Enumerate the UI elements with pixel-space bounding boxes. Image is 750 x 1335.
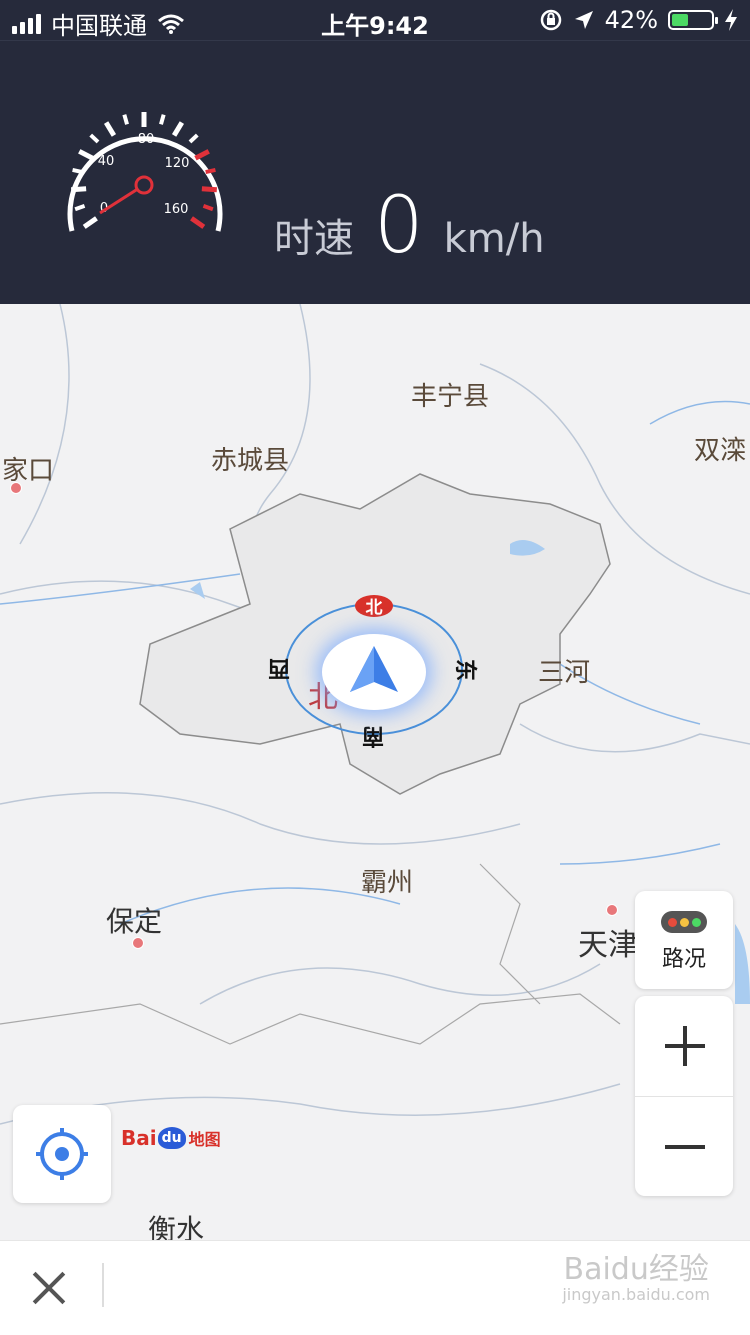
place-hengshui[interactable]: 衡水 (148, 1208, 204, 1240)
compass-west: 西 (268, 655, 291, 680)
map-view[interactable]: 丰宁县 赤城县 家口 双滦 北 三河 霸州 保定 天津 衡水 北 西 东 南 路… (0, 304, 750, 1240)
status-right: 42% (539, 6, 738, 34)
place-tianjin[interactable]: 天津 (578, 920, 638, 964)
divider (102, 1263, 104, 1307)
place-zhangjiakou[interactable]: 家口 (2, 450, 54, 487)
location-arrow-icon (574, 11, 593, 29)
logo-map: 地图 (188, 1130, 221, 1149)
battery-icon (668, 10, 718, 30)
place-sanhe[interactable]: 三河 (538, 652, 590, 689)
gauge-tick (122, 114, 129, 125)
gauge-tick (190, 216, 206, 229)
compass-east: 东 (452, 658, 478, 682)
charging-icon (725, 9, 737, 31)
gauge-tick (159, 114, 166, 125)
city-dot-tianjin (606, 904, 618, 916)
place-chicheng[interactable]: 赤城县 (211, 440, 289, 477)
logo-du: du (157, 1127, 186, 1149)
gauge-tick (78, 149, 94, 161)
city-dot-zhangjiakou (10, 482, 22, 494)
close-icon[interactable] (26, 1265, 72, 1311)
zoom-controls (635, 996, 733, 1196)
gauge-tick (72, 168, 83, 174)
compass-north: 北 (366, 598, 383, 618)
gauge-tick (171, 121, 185, 137)
zoom-out-icon[interactable] (635, 1096, 733, 1196)
gauge-tick (201, 186, 218, 193)
gauge-label-120: 120 (165, 156, 190, 171)
gauge-label-160: 160 (164, 202, 189, 217)
place-fengning[interactable]: 丰宁县 (411, 376, 489, 413)
gauge-tick (194, 149, 210, 161)
speed-unit: km/h (443, 216, 545, 262)
bottom-bar: Baidu经验 jingyan.baidu.com (0, 1240, 750, 1335)
watermark: Baidu经验 jingyan.baidu.com (562, 1253, 710, 1304)
gauge-tick (70, 186, 87, 193)
navigation-arrow-icon (350, 646, 398, 692)
traffic-light-icon (661, 911, 707, 933)
gauge-tick (205, 168, 216, 174)
speed-label: 时速 (274, 216, 354, 262)
speed-readout: 时速 0 km/h (274, 181, 545, 271)
baidu-map-logo: Bai du 地图 (121, 1126, 221, 1150)
status-bar: 中国联通 上午9:42 42% (0, 0, 750, 40)
place-bazhou[interactable]: 霸州 (361, 862, 413, 899)
gauge-tick (103, 121, 117, 137)
place-shuangluan[interactable]: 双滦 (694, 430, 746, 467)
gauge-tick (188, 133, 199, 144)
navigation-arrow-button[interactable] (322, 634, 426, 710)
watermark-sub: jingyan.baidu.com (562, 1285, 710, 1304)
speed-panel: 0 40 80 120 160 时速 0 km/h (0, 40, 750, 304)
place-baoding[interactable]: 保定 (106, 900, 162, 940)
gauge-tick (74, 204, 86, 212)
compass-south: 南 (362, 723, 385, 748)
locate-button[interactable] (13, 1105, 111, 1203)
speedometer-gauge: 0 40 80 120 160 (67, 112, 223, 232)
battery-percent: 42% (604, 6, 658, 34)
traffic-label: 路况 (661, 947, 706, 972)
gauge-tick (202, 204, 214, 212)
gauge-label-40: 40 (98, 154, 115, 169)
locate-icon (36, 1128, 88, 1180)
city-dot-baoding (132, 937, 144, 949)
watermark-main: Baidu经验 (563, 1252, 709, 1287)
gauge-label-80: 80 (138, 132, 155, 147)
traffic-toggle-button[interactable]: 路况 (635, 891, 733, 989)
lock-rotation-icon (540, 9, 561, 31)
zoom-in-icon[interactable] (635, 996, 733, 1096)
gauge-tick (82, 216, 98, 229)
logo-bai: Bai (121, 1126, 157, 1150)
speed-value: 0 (374, 181, 424, 271)
gauge-tick (89, 133, 100, 144)
